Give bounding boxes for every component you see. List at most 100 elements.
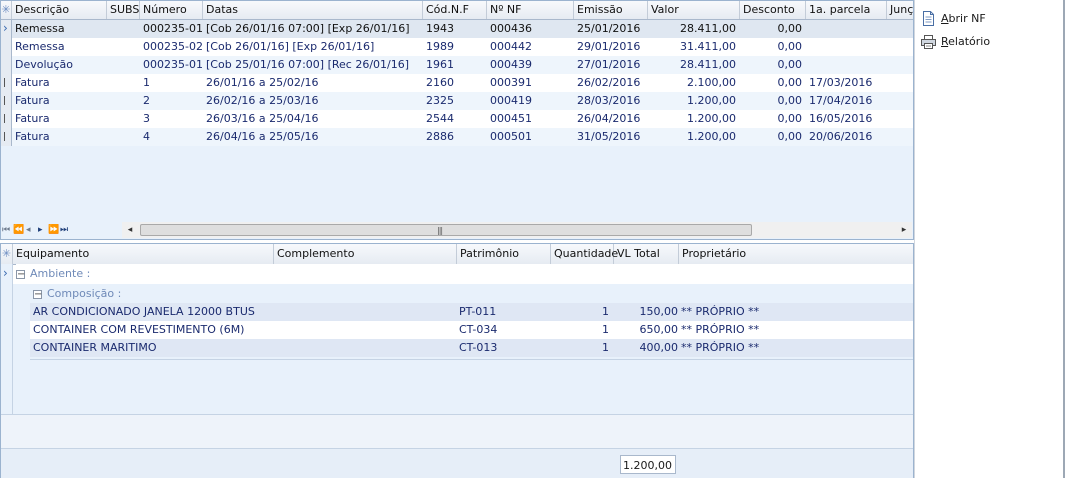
cell-vl-total: 150,00 bbox=[639, 305, 679, 318]
cell-emissao: 28/03/2016 bbox=[577, 94, 641, 107]
row-indicator bbox=[1, 110, 12, 128]
last-record-icon[interactable]: ⏭ bbox=[60, 222, 68, 238]
col-subs[interactable]: SUBS. bbox=[107, 1, 140, 19]
cell-datas: [Cob 25/01/16 07:00] [Rec 26/01/16] bbox=[206, 58, 410, 71]
table-row[interactable]: AR CONDICIONADO JANELA 12000 BTUS PT-011… bbox=[30, 303, 913, 321]
cell-cod-nf: 1989 bbox=[426, 40, 454, 53]
cell-parcela bbox=[806, 20, 887, 38]
cell-emissao: 29/01/2016 bbox=[577, 40, 641, 53]
cell-descricao: Fatura bbox=[15, 112, 50, 125]
col-datas[interactable]: Datas bbox=[203, 1, 423, 19]
table-row[interactable]: CONTAINER COM REVESTIMENTO (6M) CT-034 1… bbox=[30, 321, 913, 339]
cell-equipamento: AR CONDICIONADO JANELA 12000 BTUS bbox=[33, 305, 255, 318]
col-juncao[interactable]: Junção bbox=[887, 1, 915, 19]
col-complemento[interactable]: Complemento bbox=[274, 244, 457, 264]
collapse-icon[interactable]: − bbox=[33, 289, 42, 299]
table-row[interactable]: Fatura 4 26/04/16 a 25/05/16 2886 000501… bbox=[1, 128, 913, 146]
col-emissao[interactable]: Emissão bbox=[574, 1, 648, 19]
grid-footer: 1.200,00 bbox=[1, 448, 913, 478]
printer-icon bbox=[921, 35, 936, 49]
col-n-nf[interactable]: Nº NF bbox=[487, 1, 574, 19]
cell-desconto: 0,00 bbox=[777, 130, 803, 143]
group-footer bbox=[30, 359, 913, 386]
cell-n-nf: 000439 bbox=[490, 58, 532, 71]
cell-cod-nf: 2544 bbox=[426, 112, 454, 125]
table-row[interactable]: Devolução 000235-01 [Cob 25/01/16 07:00]… bbox=[1, 56, 913, 74]
cell-desconto: 0,00 bbox=[777, 112, 803, 125]
row-indicator bbox=[1, 20, 12, 38]
table-row[interactable]: Fatura 3 26/03/16 a 25/04/16 2544 000451… bbox=[1, 110, 913, 128]
relatorio-label: elatório bbox=[948, 35, 991, 48]
table-row[interactable]: Fatura 1 26/01/16 a 25/02/16 2160 000391… bbox=[1, 74, 913, 92]
cell-descricao: Fatura bbox=[15, 94, 50, 107]
cell-numero: 000235-01 bbox=[143, 22, 203, 35]
scroll-right-icon[interactable]: ▸ bbox=[896, 222, 912, 238]
asterisk-icon: ✳ bbox=[1, 244, 13, 264]
invoices-grid[interactable]: ✳ Descrição SUBS. Número Datas Cód.N.F N… bbox=[0, 0, 915, 240]
table-row[interactable]: Remessa 000235-01 [Cob 26/01/16 07:00] [… bbox=[1, 20, 913, 38]
group-composicao-label: Composição : bbox=[47, 287, 122, 300]
cell-n-nf: 000436 bbox=[490, 22, 532, 35]
cell-patrimonio: PT-011 bbox=[459, 305, 497, 318]
col-numero[interactable]: Número bbox=[140, 1, 203, 19]
table-row[interactable]: CONTAINER MARITIMO CT-013 1 400,00 ** PR… bbox=[30, 339, 913, 357]
cell-vl-total: 400,00 bbox=[639, 341, 679, 354]
cell-parcela: 20/06/2016 bbox=[809, 130, 873, 143]
scroll-left-icon[interactable]: ◂ bbox=[122, 222, 138, 238]
col-descricao[interactable]: Descrição bbox=[12, 1, 107, 19]
next-page-icon[interactable]: ⏩ bbox=[48, 222, 59, 238]
col-cod-nf[interactable]: Cód.N.F bbox=[423, 1, 487, 19]
next-record-icon[interactable]: ▸ bbox=[38, 222, 43, 238]
cell-numero: 4 bbox=[143, 130, 150, 143]
group-ambiente[interactable]: − Ambiente : bbox=[16, 264, 913, 284]
group-composicao[interactable]: − Composição : bbox=[33, 284, 913, 304]
prev-page-icon[interactable]: ⏪ bbox=[13, 222, 24, 238]
cell-desconto: 0,00 bbox=[777, 58, 803, 71]
first-record-icon[interactable]: ⏮ bbox=[2, 222, 10, 238]
equipment-rows: AR CONDICIONADO JANELA 12000 BTUS PT-011… bbox=[30, 302, 913, 386]
cell-valor: 1.200,00 bbox=[687, 130, 736, 143]
col-parcela[interactable]: 1a. parcela bbox=[806, 1, 887, 19]
invoices-grid-header: ✳ Descrição SUBS. Número Datas Cód.N.F N… bbox=[1, 1, 915, 20]
cell-datas: 26/01/16 a 25/02/16 bbox=[206, 76, 319, 89]
col-quantidade[interactable]: Quantidade bbox=[551, 244, 618, 264]
cell-desconto: 0,00 bbox=[777, 94, 803, 107]
table-row[interactable]: Remessa 000235-02 [Cob 26/01/16] [Exp 26… bbox=[1, 38, 913, 56]
cell-parcela: 17/04/2016 bbox=[809, 94, 873, 107]
cell-numero: 1 bbox=[143, 76, 150, 89]
scrollbar-thumb[interactable]: ||| bbox=[140, 224, 752, 236]
col-valor[interactable]: Valor bbox=[648, 1, 740, 19]
col-proprietario[interactable]: Proprietário bbox=[679, 244, 913, 264]
horizontal-scrollbar[interactable]: ◂ ||| ▸ bbox=[122, 222, 912, 238]
abrir-nf-label: brir NF bbox=[948, 12, 986, 25]
col-equipamento[interactable]: Equipamento bbox=[13, 244, 274, 264]
cell-valor: 28.411,00 bbox=[680, 22, 736, 35]
prev-record-icon[interactable]: ◂ bbox=[26, 222, 31, 238]
col-vl-total[interactable]: VL Total bbox=[614, 244, 679, 264]
cell-n-nf: 000501 bbox=[490, 130, 532, 143]
cell-descricao: Remessa bbox=[15, 22, 65, 35]
col-desconto[interactable]: Desconto bbox=[740, 1, 806, 19]
col-patrimonio[interactable]: Patrimônio bbox=[457, 244, 551, 264]
cell-cod-nf: 2325 bbox=[426, 94, 454, 107]
cell-equipamento: CONTAINER COM REVESTIMENTO (6M) bbox=[33, 323, 245, 336]
cell-numero: 000235-01 bbox=[143, 58, 203, 71]
cell-parcela bbox=[806, 38, 887, 56]
cell-n-nf: 000442 bbox=[490, 40, 532, 53]
cell-emissao: 26/02/2016 bbox=[577, 76, 641, 89]
collapse-icon[interactable]: − bbox=[16, 269, 25, 279]
row-indicator bbox=[1, 128, 12, 146]
cell-descricao: Fatura bbox=[15, 130, 50, 143]
cell-cod-nf: 2886 bbox=[426, 130, 454, 143]
cell-desconto: 0,00 bbox=[777, 40, 803, 53]
row-indicator bbox=[1, 38, 12, 56]
cell-emissao: 31/05/2016 bbox=[577, 130, 641, 143]
cell-quantidade: 1 bbox=[602, 305, 609, 318]
abrir-nf-hotkey: A bbox=[941, 12, 949, 25]
cell-emissao: 27/01/2016 bbox=[577, 58, 641, 71]
cell-parcela bbox=[806, 56, 887, 74]
table-row[interactable]: Fatura 2 26/02/16 a 25/03/16 2325 000419… bbox=[1, 92, 913, 110]
cell-cod-nf: 1961 bbox=[426, 58, 454, 71]
cell-cod-nf: 2160 bbox=[426, 76, 454, 89]
cell-desconto: 0,00 bbox=[777, 22, 803, 35]
